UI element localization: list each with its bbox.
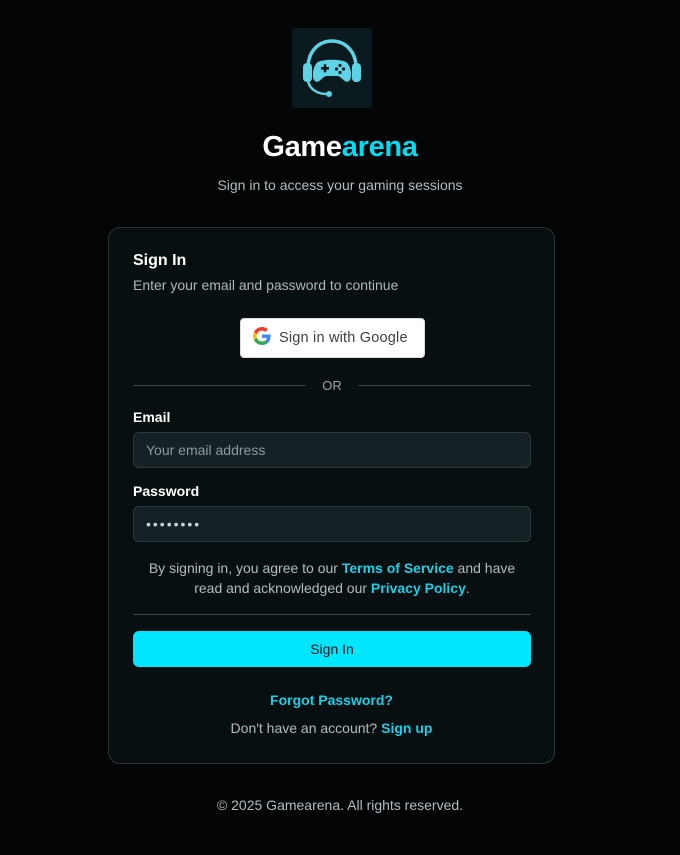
- terms-suffix: .: [465, 580, 470, 596]
- terms-text: By signing in, you agree to our Terms of…: [133, 558, 531, 598]
- brand-name-part2: arena: [341, 131, 418, 163]
- password-field[interactable]: ••••••••: [133, 506, 531, 542]
- card-subtitle: Enter your email and password to continu…: [133, 277, 399, 293]
- divider-line-left: [133, 384, 307, 386]
- terms-of-service-link[interactable]: Terms of Service: [342, 560, 454, 576]
- signup-link[interactable]: Sign up: [381, 720, 432, 736]
- brand-tagline: Sign in to access your gaming sessions: [217, 177, 463, 193]
- footer-copyright: © 2025 Gamearena. All rights reserved.: [216, 797, 464, 813]
- signin-button[interactable]: Sign In: [133, 631, 531, 667]
- no-account-text: Don't have an account?: [230, 720, 382, 736]
- brand-title: Gamearena: [0, 131, 680, 164]
- card-divider: [133, 614, 531, 615]
- or-divider: OR: [133, 375, 531, 395]
- login-page: Gamearena Sign in to access your gaming …: [0, 0, 680, 855]
- google-signin-label: Sign in with Google: [279, 330, 408, 346]
- email-label: Email: [133, 409, 171, 425]
- email-field[interactable]: [133, 432, 531, 468]
- password-value: ••••••••: [146, 516, 202, 532]
- google-signin-button[interactable]: Sign in with Google: [240, 318, 425, 358]
- brand-name-part1: Game: [262, 131, 342, 163]
- signup-row: Don't have an account? Sign up: [109, 720, 554, 736]
- google-icon: [253, 326, 271, 350]
- card-title: Sign In: [133, 252, 187, 269]
- signin-card: Sign In Enter your email and password to…: [108, 227, 555, 764]
- privacy-policy-link[interactable]: Privacy Policy: [371, 580, 466, 596]
- terms-prefix: By signing in, you agree to our: [148, 560, 342, 576]
- gamepad-headset-icon: [292, 28, 372, 108]
- password-label: Password: [133, 483, 200, 499]
- or-text: OR: [322, 377, 342, 393]
- forgot-password-link[interactable]: Forgot Password?: [109, 692, 554, 708]
- divider-line-right: [357, 384, 531, 386]
